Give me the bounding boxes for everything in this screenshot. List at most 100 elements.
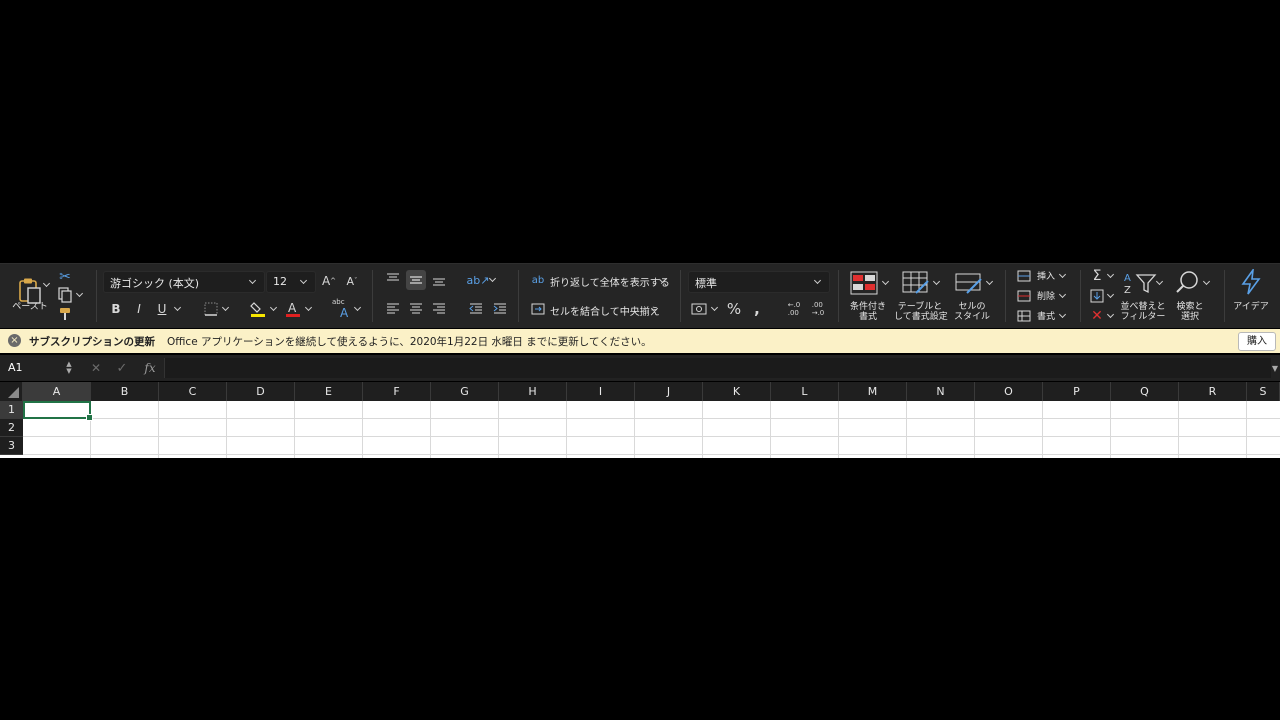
column-header-n[interactable]: N	[907, 382, 975, 401]
increase-decimal-icon[interactable]: ←.0.00	[784, 300, 804, 318]
merge-dropdown-caret[interactable]	[652, 306, 658, 312]
paste-dropdown-caret[interactable]	[44, 281, 50, 287]
italic-button[interactable]: I	[131, 300, 147, 318]
sort-filter-dropdown-caret[interactable]	[1157, 279, 1163, 285]
fill-color-icon[interactable]	[249, 299, 267, 319]
cell-styles-icon[interactable]	[954, 269, 984, 297]
accounting-format-icon[interactable]	[690, 301, 708, 317]
column-header-m[interactable]: M	[839, 382, 907, 401]
fill-dropdown-caret[interactable]	[1108, 292, 1114, 298]
orientation-icon[interactable]: ab↗	[467, 270, 490, 290]
column-header-g[interactable]: G	[431, 382, 499, 401]
find-select-dropdown-caret[interactable]	[1204, 279, 1210, 285]
increase-indent-icon[interactable]	[491, 300, 509, 318]
fill-color-dropdown-caret[interactable]	[271, 305, 277, 311]
align-right-icon[interactable]	[430, 300, 448, 318]
font-size-dropdown[interactable]: 12	[266, 271, 316, 293]
percent-button[interactable]: %	[725, 300, 743, 318]
increase-font-size-button[interactable]: A ^	[320, 272, 338, 290]
close-icon[interactable]: ×	[8, 334, 21, 347]
number-format-dropdown[interactable]: 標準	[688, 271, 830, 293]
comma-style-button[interactable]: ,	[750, 300, 764, 318]
row-header-3[interactable]: 3	[0, 437, 23, 455]
column-header-c[interactable]: C	[159, 382, 227, 401]
format-cells-icon[interactable]	[1015, 308, 1033, 324]
phonetic-guide-icon[interactable]: abc A	[332, 298, 352, 320]
clear-icon[interactable]: ✕	[1088, 307, 1106, 325]
column-header-q[interactable]: Q	[1111, 382, 1179, 401]
align-left-icon[interactable]	[384, 300, 402, 318]
conditional-formatting-icon[interactable]	[849, 269, 879, 297]
cut-icon[interactable]: ✂	[57, 269, 73, 285]
font-color-icon[interactable]: A	[284, 299, 302, 319]
delete-cells-icon[interactable]	[1015, 288, 1033, 304]
worksheet-grid[interactable]: ABCDEFGHIJKLMNOPQRS 123	[0, 382, 1280, 458]
format-cells-button[interactable]: 書式	[1037, 309, 1055, 322]
ideas-lightning-icon[interactable]	[1238, 268, 1264, 296]
borders-dropdown-caret[interactable]	[223, 305, 229, 311]
align-center-icon[interactable]	[407, 300, 425, 318]
merge-center-button[interactable]: セルを結合して中央揃え	[550, 303, 660, 318]
orientation-dropdown-caret[interactable]	[490, 276, 496, 282]
font-name-dropdown[interactable]: 游ゴシック (本文)	[103, 271, 265, 293]
find-select-icon[interactable]	[1174, 268, 1202, 296]
clear-dropdown-caret[interactable]	[1108, 312, 1114, 318]
column-header-s[interactable]: S	[1247, 382, 1280, 401]
select-all-button[interactable]	[0, 382, 23, 401]
wrap-text-dropdown-caret[interactable]	[660, 277, 666, 283]
decrease-decimal-icon[interactable]: .00 →.0	[808, 300, 828, 318]
autosum-icon[interactable]: Σ	[1088, 267, 1106, 285]
column-header-b[interactable]: B	[91, 382, 159, 401]
column-header-l[interactable]: L	[771, 382, 839, 401]
column-header-e[interactable]: E	[295, 382, 363, 401]
copy-icon[interactable]	[56, 287, 74, 303]
insert-dropdown-caret[interactable]	[1060, 272, 1066, 278]
fill-icon[interactable]	[1088, 287, 1106, 305]
copy-dropdown-caret[interactable]	[77, 291, 83, 297]
column-header-h[interactable]: H	[499, 382, 567, 401]
autosum-dropdown-caret[interactable]	[1108, 272, 1114, 278]
decrease-font-size-button[interactable]: Aˇ	[343, 272, 361, 290]
column-header-d[interactable]: D	[227, 382, 295, 401]
column-header-p[interactable]: P	[1043, 382, 1111, 401]
column-header-r[interactable]: R	[1179, 382, 1247, 401]
delete-dropdown-caret[interactable]	[1060, 292, 1066, 298]
row-header-1[interactable]: 1	[0, 401, 23, 419]
insert-function-icon[interactable]: fx	[140, 359, 160, 377]
decrease-indent-icon[interactable]	[467, 300, 485, 318]
ideas-label[interactable]: アイデア	[1230, 302, 1272, 312]
column-header-j[interactable]: J	[635, 382, 703, 401]
column-header-k[interactable]: K	[703, 382, 771, 401]
column-header-a[interactable]: A	[23, 382, 91, 401]
phonetic-dropdown-caret[interactable]	[355, 305, 361, 311]
bold-button[interactable]: B	[108, 300, 124, 318]
expand-formula-bar-icon[interactable]: ▼	[1270, 361, 1280, 375]
accounting-dropdown-caret[interactable]	[712, 305, 718, 311]
underline-dropdown-caret[interactable]	[175, 305, 181, 311]
wrap-text-icon[interactable]: ab	[530, 271, 546, 289]
font-color-dropdown-caret[interactable]	[306, 305, 312, 311]
buy-button[interactable]: 購入	[1238, 332, 1276, 351]
conditional-dropdown-caret[interactable]	[883, 279, 889, 285]
format-table-dropdown-caret[interactable]	[934, 279, 940, 285]
confirm-icon[interactable]: ✓	[114, 359, 130, 377]
align-middle-icon[interactable]	[407, 271, 425, 289]
sort-filter-icon[interactable]: AZ	[1122, 269, 1160, 297]
row-header-2[interactable]: 2	[0, 419, 23, 437]
format-as-table-icon[interactable]	[901, 269, 931, 297]
merge-center-icon[interactable]	[530, 301, 546, 317]
formula-input[interactable]	[164, 358, 1271, 378]
align-bottom-icon[interactable]	[430, 271, 448, 289]
underline-button[interactable]: U	[154, 300, 170, 318]
name-box-stepper-icon[interactable]: ▲ ▼	[64, 361, 74, 375]
insert-cells-button[interactable]: 挿入	[1037, 269, 1055, 282]
format-painter-icon[interactable]	[56, 306, 74, 322]
align-top-icon[interactable]	[384, 270, 402, 288]
active-cell[interactable]	[23, 401, 93, 421]
insert-cells-icon[interactable]	[1015, 268, 1033, 284]
column-header-f[interactable]: F	[363, 382, 431, 401]
cancel-icon[interactable]: ✕	[88, 359, 104, 377]
wrap-text-button[interactable]: 折り返して全体を表示する	[550, 274, 670, 289]
column-header-i[interactable]: I	[567, 382, 635, 401]
cell-styles-dropdown-caret[interactable]	[987, 279, 993, 285]
